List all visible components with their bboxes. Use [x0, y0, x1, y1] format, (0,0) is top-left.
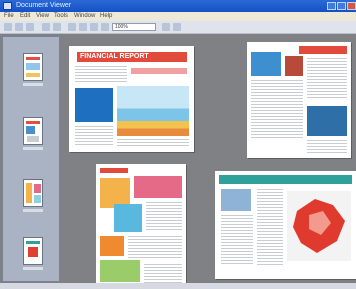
menu-view[interactable]: View: [36, 13, 49, 20]
chart-image: [117, 86, 189, 136]
status-bar: [0, 283, 356, 289]
zoom-in-icon[interactable]: [42, 23, 50, 31]
image: [251, 52, 281, 76]
text-block: [75, 66, 127, 84]
text-block: [128, 236, 182, 260]
menu-tools[interactable]: Tools: [54, 13, 68, 20]
map-image: [287, 191, 351, 261]
print-icon[interactable]: [26, 23, 34, 31]
text-block: [307, 140, 347, 154]
toolbar: 100%: [0, 21, 356, 34]
thumbnail-page-2[interactable]: [23, 117, 43, 145]
minimize-button[interactable]: [327, 2, 336, 10]
text-block: [75, 126, 113, 146]
header-band: [219, 175, 352, 184]
image: [307, 106, 347, 136]
page-newsletter[interactable]: [247, 42, 351, 158]
menu-file[interactable]: File: [4, 13, 14, 20]
thumbnail-page-1[interactable]: [23, 53, 43, 81]
thumbnail-page-4[interactable]: [23, 237, 43, 265]
image: [134, 176, 182, 198]
fit-width-icon[interactable]: [173, 23, 181, 31]
text-block: [251, 80, 303, 140]
document-workspace: FINANCIAL REPORT: [63, 36, 356, 289]
last-page-icon[interactable]: [101, 23, 109, 31]
close-button[interactable]: [347, 2, 356, 10]
image: [285, 56, 303, 76]
text-block: [144, 264, 182, 284]
image: [75, 88, 113, 122]
text-block: [257, 189, 283, 265]
window-title: Document Viewer: [16, 2, 72, 9]
app-window: Document Viewer File Edit View Tools Win…: [0, 0, 356, 289]
save-icon[interactable]: [15, 23, 23, 31]
page-map[interactable]: [215, 171, 356, 279]
app-icon: [3, 2, 12, 10]
zoom-out-icon[interactable]: [53, 23, 61, 31]
next-page-icon[interactable]: [90, 23, 98, 31]
text-block: [307, 58, 347, 98]
text-block: [146, 202, 182, 232]
thumbnail-label: [23, 147, 43, 150]
text-block: [117, 139, 189, 148]
thumbnail-page-3[interactable]: [23, 179, 43, 207]
page-financial-report[interactable]: FINANCIAL REPORT: [69, 46, 194, 152]
header-band: [100, 168, 128, 173]
image: [221, 189, 251, 211]
thumbnails-panel: [2, 36, 60, 282]
prev-page-icon[interactable]: [79, 23, 87, 31]
image: [100, 260, 140, 282]
thumbnail-label: [23, 83, 43, 86]
map-shape: [293, 199, 345, 253]
menu-window[interactable]: Window: [74, 13, 95, 20]
page-heading: FINANCIAL REPORT: [77, 52, 187, 62]
zoom-field[interactable]: 100%: [112, 23, 156, 31]
text-block: [221, 215, 253, 265]
thumbnail-label: [23, 209, 43, 212]
image: [114, 204, 142, 232]
first-page-icon[interactable]: [68, 23, 76, 31]
maximize-button[interactable]: [337, 2, 346, 10]
title-bar: Document Viewer: [0, 0, 356, 12]
thumbnail-label: [23, 267, 43, 270]
fit-page-icon[interactable]: [162, 23, 170, 31]
header-band: [299, 46, 347, 54]
page-brochure[interactable]: [96, 164, 186, 289]
menu-help[interactable]: Help: [100, 13, 112, 20]
menu-edit[interactable]: Edit: [20, 13, 30, 20]
image: [100, 236, 124, 256]
open-icon[interactable]: [4, 23, 12, 31]
image: [131, 68, 187, 74]
